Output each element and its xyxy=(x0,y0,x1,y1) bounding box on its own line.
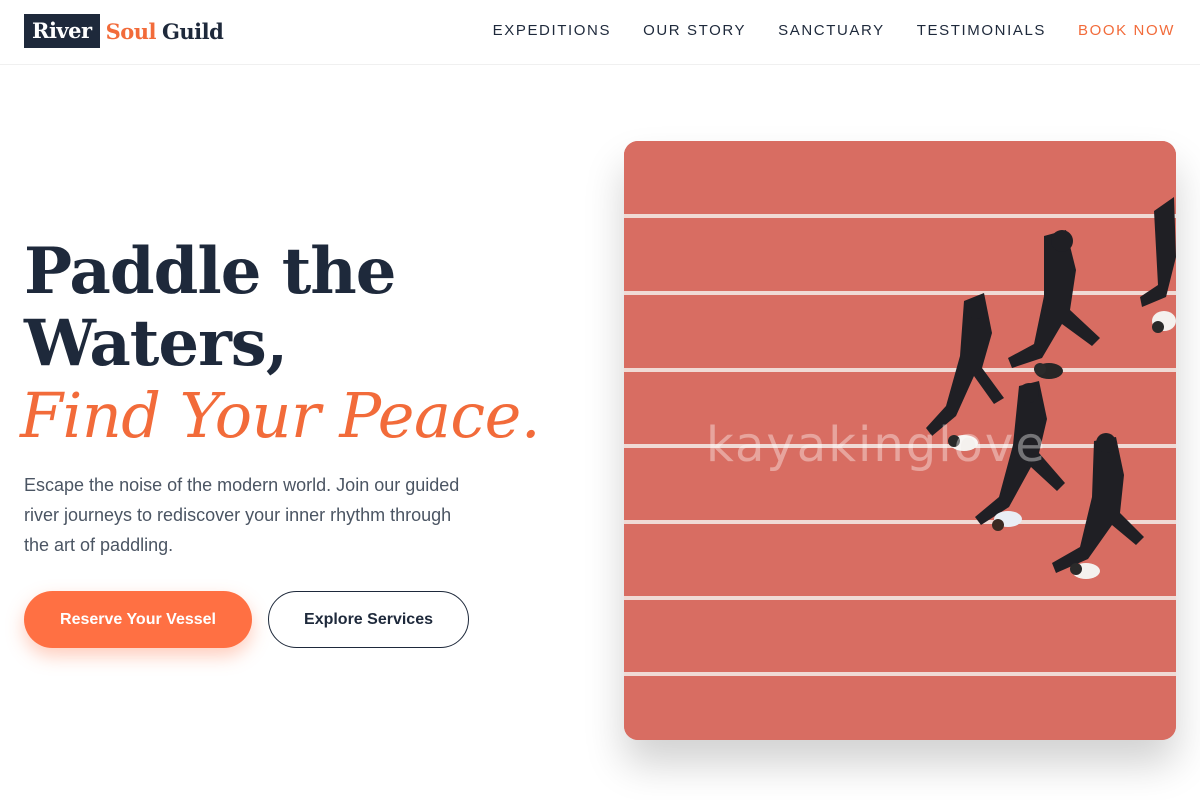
hero-headline-line1: Paddle the xyxy=(24,234,396,309)
explore-services-button[interactable]: Explore Services xyxy=(268,591,469,648)
hero-headline-line2: Waters, xyxy=(24,306,288,381)
site-header: River Soul Guild EXPEDITIONS OUR STORY S… xyxy=(0,0,1200,65)
nav-book-now-link[interactable]: BOOK NOW xyxy=(1078,21,1175,41)
nav-item-sanctuary[interactable]: SANCTUARY xyxy=(778,21,885,41)
main-nav: EXPEDITIONS OUR STORY SANCTUARY TESTIMON… xyxy=(493,21,1175,41)
hero-image: kayakinglove xyxy=(624,141,1176,740)
nav-item-our-story[interactable]: OUR STORY xyxy=(643,21,746,41)
nav-item-testimonials[interactable]: TESTIMONIALS xyxy=(917,21,1046,41)
brand-logo-guild: Guild xyxy=(161,18,224,44)
reserve-vessel-button[interactable]: Reserve Your Vessel xyxy=(24,591,252,648)
hero-headline: Paddle the Waters, Find Your Peace. xyxy=(20,234,541,452)
image-watermark: kayakinglove xyxy=(706,417,1047,473)
hero-headline-accent: Find Your Peace. xyxy=(20,379,541,452)
brand-logo[interactable]: River Soul Guild xyxy=(24,14,224,48)
brand-logo-soul: Soul xyxy=(105,18,157,44)
nav-item-expeditions[interactable]: EXPEDITIONS xyxy=(493,21,611,41)
hero-description: Escape the noise of the modern world. Jo… xyxy=(24,475,460,555)
brand-logo-river: River xyxy=(24,14,100,48)
